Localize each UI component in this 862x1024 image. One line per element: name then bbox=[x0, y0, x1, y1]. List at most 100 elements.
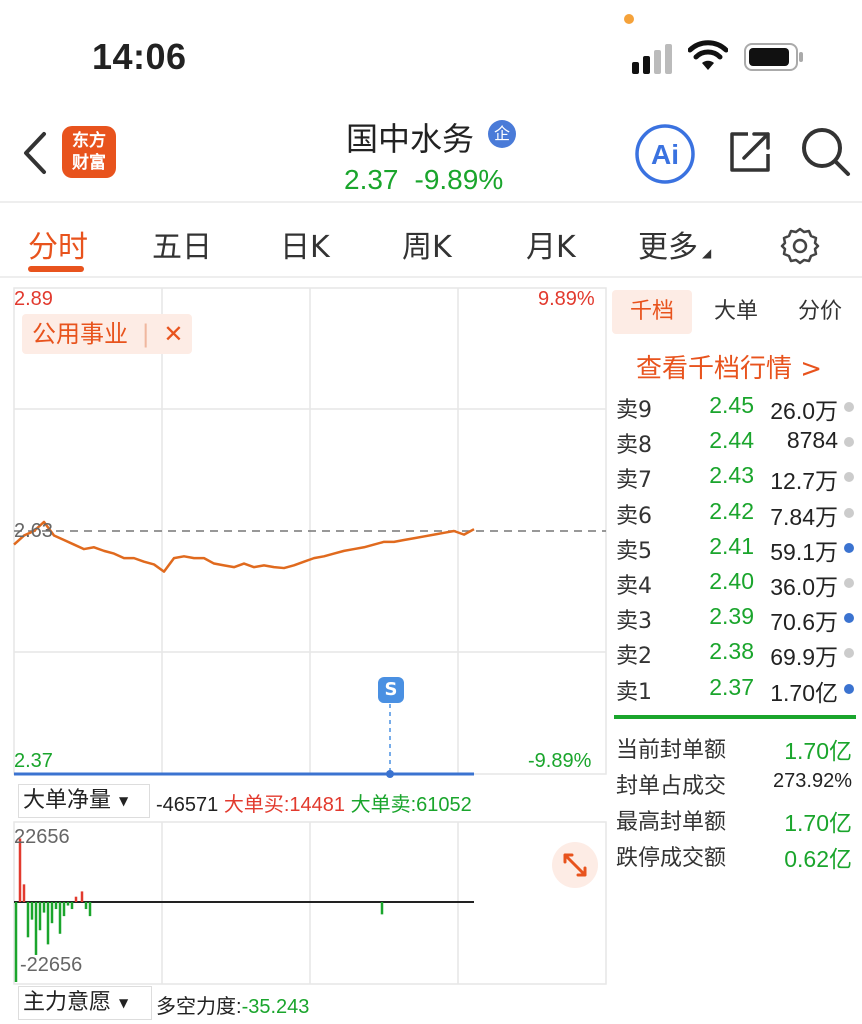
sell-signal-marker[interactable]: S bbox=[378, 677, 404, 703]
tab-monthly-k[interactable]: 月K bbox=[526, 222, 576, 266]
ask-price: 2.44 bbox=[709, 427, 754, 454]
ask-dot-indicator bbox=[844, 683, 854, 694]
big-order-axis-bottom: -22656 bbox=[20, 954, 83, 976]
ask-dot-indicator bbox=[844, 542, 854, 553]
ask-price: 2.43 bbox=[709, 462, 754, 489]
ask-price: 2.40 bbox=[709, 568, 754, 594]
ask-dot-indicator bbox=[844, 578, 854, 588]
summary-value: 1.70亿 bbox=[784, 738, 852, 764]
summary-label: 封单占成交 bbox=[616, 774, 727, 799]
main-force-selector-label: 主力意愿 bbox=[23, 990, 112, 1015]
ask-dot-indicator bbox=[844, 613, 854, 624]
price-series-line bbox=[13, 520, 475, 573]
summary-value: 273.92% bbox=[773, 770, 852, 792]
tab-weekly-k[interactable]: 周K bbox=[402, 222, 452, 266]
main-force-selector[interactable]: 主力意愿 ▼ bbox=[18, 986, 152, 1020]
ask-price: 2.41 bbox=[709, 532, 754, 559]
dropdown-arrow-icon: ▼ bbox=[119, 996, 129, 1010]
big-order-net: -46571 bbox=[156, 794, 219, 816]
tab-more[interactable]: 更多 ◢ bbox=[638, 222, 711, 266]
logo-text-line2: 财富 bbox=[72, 153, 106, 173]
app-logo[interactable]: 东方 财富 bbox=[62, 126, 116, 178]
ask-row[interactable]: 卖1 2.37 1.70亿 bbox=[612, 670, 862, 706]
y-axis-prev-close: 2.63 bbox=[14, 520, 53, 542]
big-order-buy-value: 14481 bbox=[289, 794, 346, 816]
panel-tabs: 千档 大单 分价 bbox=[612, 290, 862, 334]
indicator-selector[interactable]: 大单净量 ▼ bbox=[18, 784, 150, 818]
big-order-buy-label: 大单买: bbox=[223, 794, 290, 816]
ask-level-label: 卖2 bbox=[616, 644, 652, 670]
price-line: 2.37 -9.89% bbox=[344, 164, 519, 196]
bull-bear-label: 多空力度: bbox=[156, 996, 242, 1018]
ask-row[interactable]: 卖6 2.42 7.84万 bbox=[612, 494, 862, 530]
ask-row[interactable]: 卖9 2.45 26.0万 bbox=[612, 388, 862, 424]
intraday-chart[interactable] bbox=[0, 280, 610, 1024]
summary-label: 最高封单额 bbox=[616, 810, 727, 835]
ask-price: 2.37 bbox=[709, 673, 754, 700]
wifi-icon bbox=[688, 40, 728, 70]
chart-tabs: 分时 五日 日K 周K 月K 更多 ◢ bbox=[0, 210, 862, 276]
summary-row: 最高封单额 1.70亿 bbox=[612, 802, 862, 837]
cellular-signal-icon bbox=[632, 44, 672, 74]
ask-row[interactable]: 卖3 2.39 70.6万 bbox=[612, 599, 862, 635]
caret-down-icon: ◢ bbox=[702, 246, 712, 260]
dropdown-arrow-icon: ▼ bbox=[119, 794, 129, 808]
view-thousand-levels-link[interactable]: 查看千档行情 > bbox=[636, 348, 822, 385]
ask-level-label: 卖8 bbox=[616, 433, 652, 459]
change-percent: -9.89% bbox=[414, 164, 504, 195]
privacy-indicator bbox=[624, 14, 634, 24]
back-icon[interactable] bbox=[20, 130, 50, 176]
panel-tab-price-distribution[interactable]: 分价 bbox=[780, 290, 860, 334]
big-order-row: 大单净量 ▼ -46571 大单买:14481 大单卖:61052 bbox=[14, 782, 608, 820]
panel-tab-thousand-levels[interactable]: 千档 bbox=[612, 290, 692, 334]
tabs-divider bbox=[0, 276, 862, 278]
share-icon[interactable] bbox=[726, 128, 774, 176]
ask-dot-indicator bbox=[844, 437, 854, 448]
tab-five-day[interactable]: 五日 bbox=[152, 222, 212, 266]
ask-level-label: 卖5 bbox=[616, 538, 652, 564]
y-axis-high-pct: 9.89% bbox=[538, 288, 595, 310]
ask-dot-indicator bbox=[844, 402, 854, 412]
expand-icon[interactable] bbox=[552, 842, 598, 888]
search-icon[interactable] bbox=[800, 126, 852, 178]
big-order-sell-value: 61052 bbox=[416, 794, 472, 816]
limit-down-divider bbox=[614, 715, 856, 719]
big-order-sell-label: 大单卖: bbox=[350, 794, 417, 816]
gear-icon[interactable] bbox=[780, 226, 820, 266]
ask-row[interactable]: 卖7 2.43 12.7万 bbox=[612, 458, 862, 495]
ask-price: 2.39 bbox=[709, 603, 754, 630]
current-price: 2.37 bbox=[344, 164, 399, 195]
ask-dot-indicator bbox=[844, 472, 854, 483]
bull-bear-value: -35.243 bbox=[241, 996, 310, 1018]
stock-name[interactable]: 国中水务 bbox=[346, 114, 474, 160]
ask-volume: 12.7万 bbox=[770, 468, 838, 495]
svg-text:Ai: Ai bbox=[651, 139, 679, 170]
ask-volume: 36.0万 bbox=[770, 574, 838, 600]
summary-row: 当前封单额 1.70亿 bbox=[612, 730, 862, 765]
ask-level-label: 卖1 bbox=[616, 679, 652, 705]
chart-grid bbox=[13, 287, 607, 985]
logo-text-line1: 东方 bbox=[72, 131, 106, 151]
y-axis-high: 2.89 bbox=[14, 288, 53, 310]
ask-row[interactable]: 卖4 2.40 36.0万 bbox=[612, 564, 862, 600]
ask-volume: 1.70亿 bbox=[770, 679, 838, 706]
big-order-bars bbox=[14, 838, 474, 982]
ask-row[interactable]: 卖8 2.44 8784 bbox=[612, 423, 862, 458]
battery-icon bbox=[744, 43, 803, 71]
ask-row[interactable]: 卖2 2.38 69.9万 bbox=[612, 634, 862, 670]
signal-point bbox=[386, 770, 394, 778]
tab-daily-k[interactable]: 日K bbox=[280, 222, 330, 266]
panel-tab-big-orders[interactable]: 大单 bbox=[696, 290, 776, 334]
ask-volume: 7.84万 bbox=[770, 503, 838, 530]
ask-price: 2.38 bbox=[709, 638, 754, 665]
sector-tag[interactable]: 公用事业 | ✕ bbox=[22, 314, 192, 354]
ask-price: 2.45 bbox=[709, 392, 754, 418]
ask-row[interactable]: 卖5 2.41 59.1万 bbox=[612, 529, 862, 565]
ask-level-label: 卖7 bbox=[616, 468, 652, 494]
ask-volume: 59.1万 bbox=[770, 538, 838, 565]
ai-assistant-icon[interactable]: Ai bbox=[634, 124, 696, 184]
tab-intraday[interactable]: 分时 bbox=[28, 222, 88, 266]
tab-active-underline bbox=[28, 266, 84, 272]
summary-value: 1.70亿 bbox=[784, 810, 852, 836]
close-icon[interactable]: ✕ bbox=[163, 320, 183, 348]
